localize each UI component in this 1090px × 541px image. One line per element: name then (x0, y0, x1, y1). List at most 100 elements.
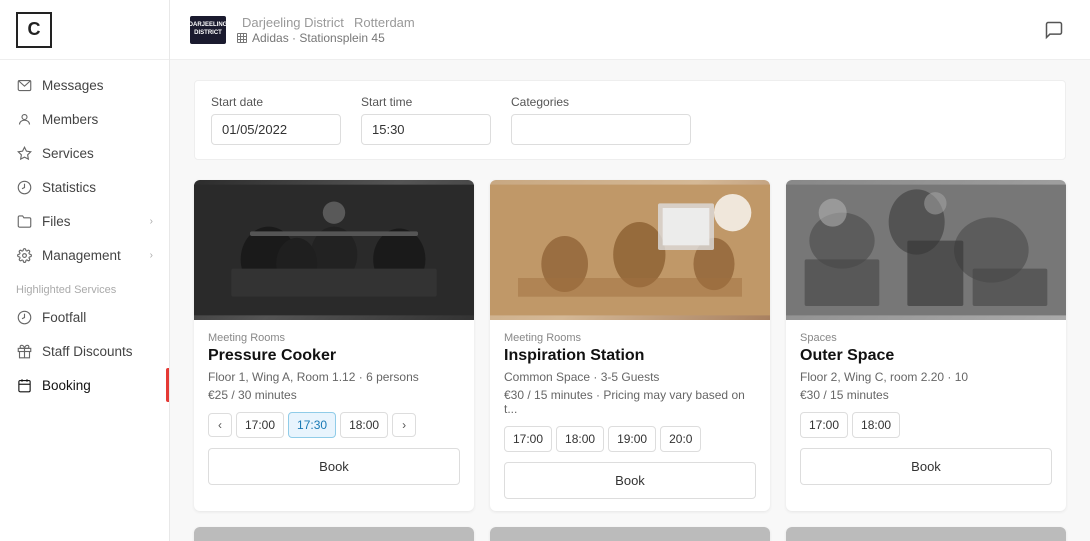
card-1-image (194, 180, 474, 320)
card-2-category: Meeting Rooms (504, 332, 756, 344)
star-icon (16, 145, 32, 161)
highlighted-services-label: Highlighted Services (0, 272, 169, 300)
service-card-2: Meeting Rooms Inspiration Station Common… (490, 180, 770, 511)
card-2-title: Inspiration Station (504, 347, 756, 365)
start-date-input[interactable] (211, 114, 341, 145)
card-3-slot-1800[interactable]: 18:00 (852, 412, 900, 438)
header-location: DARJEELING DISTRICT Darjeeling District … (190, 14, 415, 45)
calendar-icon (16, 377, 32, 393)
person-icon (16, 111, 32, 127)
sidebar-item-messages[interactable]: Messages (0, 68, 169, 102)
location-name: Darjeeling District Rotterdam (236, 14, 415, 31)
card-1-photo (194, 180, 474, 320)
bottom-card-1-image (194, 527, 474, 541)
content-area: Start date Start time Categories (170, 60, 1090, 541)
sidebar-item-management-label: Management (42, 248, 121, 263)
card-2-photo (490, 180, 770, 320)
card-3-image (786, 180, 1066, 320)
sidebar-item-members-label: Members (42, 112, 98, 127)
card-1-slot-1800[interactable]: 18:00 (340, 412, 388, 438)
card-1-slot-1700[interactable]: 17:00 (236, 412, 284, 438)
sidebar-item-messages-label: Messages (42, 78, 104, 93)
card-2-price: €30 / 15 minutes · Pricing may vary base… (504, 388, 756, 416)
card-3-body: Spaces Outer Space Floor 2, Wing C, room… (786, 320, 1066, 497)
card-3-book-button[interactable]: Book (800, 448, 1052, 485)
sidebar-item-staff-discounts[interactable]: Staff Discounts (0, 334, 169, 368)
sidebar-item-booking-label: Booking (42, 378, 91, 393)
card-1-location: Floor 1, Wing A, Room 1.12 · 6 persons (208, 370, 460, 384)
card-1-next-slot[interactable]: › (392, 413, 416, 437)
card-2-book-button[interactable]: Book (504, 462, 756, 499)
card-2-slot-2000[interactable]: 20:0 (660, 426, 701, 452)
card-1-prev-slot[interactable]: ‹ (208, 413, 232, 437)
sidebar-item-members[interactable]: Members (0, 102, 169, 136)
card-3-time-slots: 17:00 18:00 (800, 412, 1052, 438)
sidebar-item-files[interactable]: Files › (0, 204, 169, 238)
card-1-book-button[interactable]: Book (208, 448, 460, 485)
card-2-slot-1800[interactable]: 18:00 (556, 426, 604, 452)
start-time-label: Start time (361, 95, 491, 109)
chat-button[interactable] (1038, 14, 1070, 46)
bottom-card-3 (786, 527, 1066, 541)
card-1-slot-1730[interactable]: 17:30 (288, 412, 336, 438)
categories-label: Categories (511, 95, 691, 109)
folder-icon (16, 213, 32, 229)
card-2-slot-1900[interactable]: 19:00 (608, 426, 656, 452)
chart-icon (16, 179, 32, 195)
card-3-title: Outer Space (800, 347, 1052, 365)
location-sub: Adidas · Stationsplein 45 (236, 31, 415, 45)
service-card-3: Spaces Outer Space Floor 2, Wing C, room… (786, 180, 1066, 511)
card-3-location: Floor 2, Wing C, room 2.20 · 10 (800, 370, 1052, 384)
header-actions (1038, 14, 1070, 46)
bottom-card-3-image (786, 527, 1066, 541)
sidebar-item-footfall-label: Footfall (42, 310, 86, 325)
location-city: Rotterdam (354, 15, 415, 30)
filter-categories: Categories (511, 95, 691, 145)
location-info: Darjeeling District Rotterdam Adidas · S… (236, 14, 415, 45)
sidebar-item-services-label: Services (42, 146, 94, 161)
card-2-slot-1700[interactable]: 17:00 (504, 426, 552, 452)
building-icon (236, 32, 248, 44)
card-1-price: €25 / 30 minutes (208, 388, 460, 402)
filter-start-date: Start date (211, 95, 341, 145)
bottom-card-2-image (490, 527, 770, 541)
chat-icon (1044, 20, 1064, 40)
sidebar-nav: Messages Members Services (0, 60, 169, 541)
start-date-label: Start date (211, 95, 341, 109)
card-3-photo (786, 180, 1066, 320)
chevron-right-icon-mgmt: › (150, 250, 153, 261)
main-content: DARJEELING DISTRICT Darjeeling District … (170, 0, 1090, 541)
sidebar-item-management[interactable]: Management › (0, 238, 169, 272)
sidebar-logo: C (0, 0, 169, 60)
sidebar-item-services[interactable]: Services (0, 136, 169, 170)
footfall-icon (16, 309, 32, 325)
card-1-time-slots: ‹ 17:00 17:30 18:00 › (208, 412, 460, 438)
app-logo: C (16, 12, 52, 48)
gift-icon (16, 343, 32, 359)
sidebar-item-statistics[interactable]: Statistics (0, 170, 169, 204)
location-logo: DARJEELING DISTRICT (190, 16, 226, 44)
card-1-category: Meeting Rooms (208, 332, 460, 344)
sidebar: C Messages Members (0, 0, 170, 541)
start-time-input[interactable] (361, 114, 491, 145)
card-1-title: Pressure Cooker (208, 347, 460, 365)
bottom-cards-grid (194, 527, 1066, 541)
categories-input[interactable] (511, 114, 691, 145)
sidebar-item-statistics-label: Statistics (42, 180, 96, 195)
gear-icon (16, 247, 32, 263)
mail-icon (16, 77, 32, 93)
chevron-right-icon: › (150, 216, 153, 227)
sidebar-item-files-label: Files (42, 214, 71, 229)
card-2-time-slots: 17:00 18:00 19:00 20:0 (504, 426, 756, 452)
bottom-card-1 (194, 527, 474, 541)
service-card-1: Meeting Rooms Pressure Cooker Floor 1, W… (194, 180, 474, 511)
card-1-body: Meeting Rooms Pressure Cooker Floor 1, W… (194, 320, 474, 497)
bottom-card-2 (490, 527, 770, 541)
card-2-image (490, 180, 770, 320)
card-3-slot-1700[interactable]: 17:00 (800, 412, 848, 438)
card-3-category: Spaces (800, 332, 1052, 344)
sidebar-item-footfall[interactable]: Footfall (0, 300, 169, 334)
sidebar-item-booking[interactable]: Booking (0, 368, 169, 402)
sidebar-item-staff-discounts-label: Staff Discounts (42, 344, 133, 359)
card-2-body: Meeting Rooms Inspiration Station Common… (490, 320, 770, 511)
